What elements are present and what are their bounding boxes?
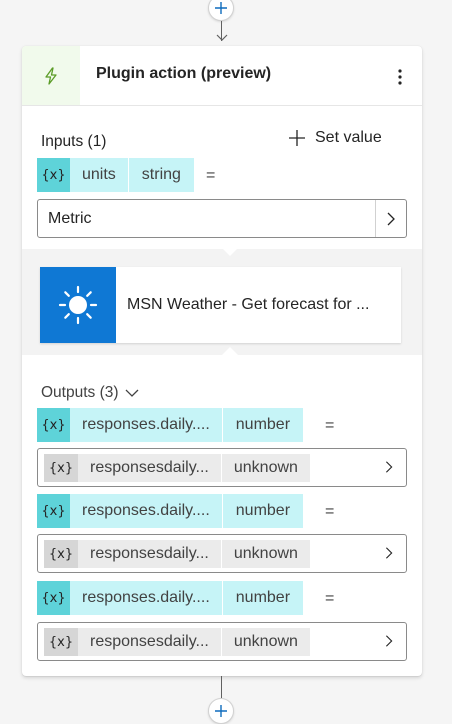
equals-sign: = [206, 167, 216, 184]
equals-sign: = [325, 590, 335, 607]
units-value: Metric [48, 210, 92, 227]
units-value-expand[interactable] [375, 200, 406, 237]
equals-sign: = [325, 503, 335, 520]
variable-type: unknown [220, 454, 310, 482]
connector-logo [40, 267, 116, 343]
variable-icon: {x} [44, 454, 78, 482]
lightning-bolt-icon [45, 66, 57, 85]
target-variable-chip: {x} responsesdaily... unknown [44, 540, 310, 568]
variable-name: responses.daily.... [82, 502, 210, 519]
plus-icon [215, 705, 227, 717]
output-variable-chip[interactable]: {x} responses.daily.... number [37, 408, 304, 442]
sun-icon [58, 285, 98, 325]
output-variable-chip[interactable]: {x} responses.daily.... number [37, 494, 304, 528]
variable-name: responsesdaily... [90, 459, 209, 476]
chevron-right-icon[interactable] [382, 460, 396, 474]
card-header: Plugin action (preview) [22, 46, 422, 106]
units-value-field[interactable]: Metric [37, 199, 407, 238]
plugin-action-card[interactable]: Plugin action (preview) Inputs (1) Set v… [22, 46, 422, 676]
chevron-right-icon[interactable] [382, 634, 396, 648]
add-step-bottom-button[interactable] [208, 698, 234, 724]
variable-icon: {x} [37, 158, 70, 192]
panel-notch-top [221, 247, 239, 256]
output-target-field[interactable]: {x} responsesdaily... unknown [37, 534, 407, 573]
header-icon-container [22, 46, 80, 105]
variable-type: string [127, 158, 194, 192]
variable-name: responsesdaily... [90, 545, 209, 562]
more-vertical-icon [398, 69, 402, 85]
variable-icon: {x} [37, 494, 70, 528]
variable-name: responses.daily.... [82, 589, 210, 606]
chevron-right-icon[interactable] [382, 546, 396, 560]
outputs-heading[interactable]: Outputs (3) [41, 384, 139, 402]
more-options-button[interactable] [388, 64, 412, 90]
output-target-field[interactable]: {x} responsesdaily... unknown [37, 622, 407, 661]
arrow-down-icon [216, 34, 228, 41]
inputs-heading: Inputs (1) [41, 133, 107, 150]
variable-type: number [221, 494, 303, 528]
chevron-right-icon [387, 212, 395, 225]
variable-type: number [221, 408, 303, 442]
plus-icon [215, 2, 227, 14]
variable-icon: {x} [37, 581, 70, 615]
card-title: Plugin action (preview) [96, 65, 272, 82]
output-target-field[interactable]: {x} responsesdaily... unknown [37, 448, 407, 487]
variable-type: unknown [220, 540, 310, 568]
output-variable-chip[interactable]: {x} responses.daily.... number [37, 581, 304, 615]
variable-icon: {x} [44, 540, 78, 568]
set-value-label: Set value [315, 129, 382, 146]
connector-name: MSN Weather - Get forecast for ... [127, 296, 370, 313]
connector-card[interactable]: MSN Weather - Get forecast for ... [40, 267, 401, 343]
target-variable-chip: {x} responsesdaily... unknown [44, 454, 310, 482]
variable-icon: {x} [44, 628, 78, 656]
input-variable-chip[interactable]: {x} units string [37, 158, 194, 192]
equals-sign: = [325, 417, 335, 434]
connector-line-bottom [221, 676, 222, 698]
outputs-label: Outputs (3) [41, 384, 119, 401]
chevron-down-icon [125, 389, 138, 397]
target-variable-chip: {x} responsesdaily... unknown [44, 628, 310, 656]
variable-name: units [82, 166, 116, 183]
variable-type: unknown [220, 628, 310, 656]
variable-icon: {x} [37, 408, 70, 442]
panel-notch-bottom [221, 347, 239, 356]
plus-icon [289, 130, 305, 146]
variable-name: responses.daily.... [82, 416, 210, 433]
set-value-button[interactable]: Set value [288, 126, 382, 150]
variable-name: responsesdaily... [90, 633, 209, 650]
variable-type: number [221, 581, 303, 615]
add-step-top-button[interactable] [208, 0, 234, 21]
